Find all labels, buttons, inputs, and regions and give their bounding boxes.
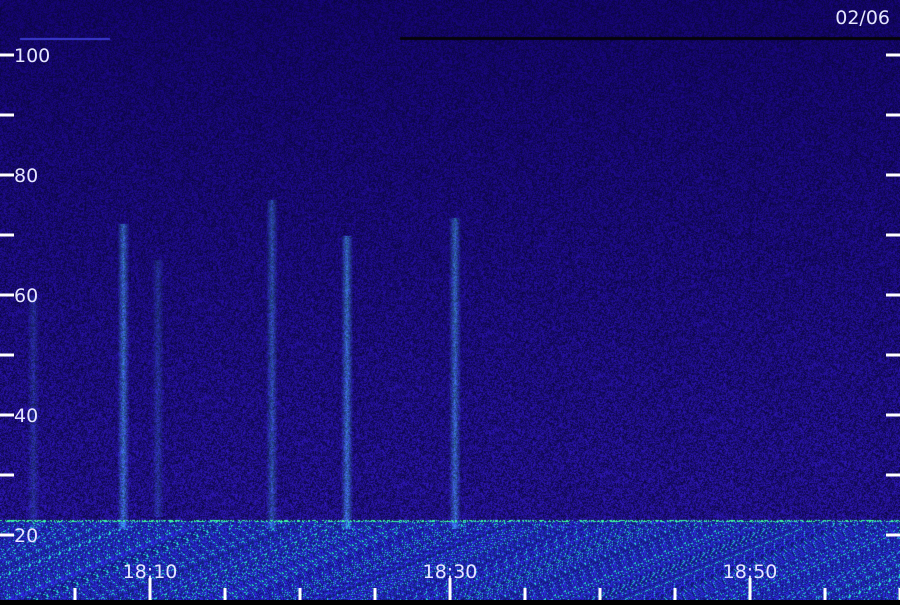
y-tick-label: 60 [14, 285, 38, 307]
y-tick-label: 80 [14, 165, 38, 187]
y-tick-label: 20 [14, 525, 38, 547]
x-axis-ticks: 18:10 18:30 18:50 [73, 561, 900, 600]
y-tick-label: 100 [14, 45, 50, 67]
x-tick-label: 18:30 [423, 561, 478, 583]
date-label: 02/06 [835, 7, 890, 29]
y-tick-label: 40 [14, 405, 38, 427]
x-tick-label: 18:50 [723, 561, 778, 583]
spectrogram-axes: 02/06 20 40 60 80 100 18:10 18:30 18:50 [0, 7, 900, 600]
spectrogram-plot: 02/06 20 40 60 80 100 18:10 18:30 18:50 [0, 0, 900, 600]
y-axis-ticks: 20 40 60 80 100 [0, 45, 900, 547]
x-tick-label: 18:10 [123, 561, 178, 583]
